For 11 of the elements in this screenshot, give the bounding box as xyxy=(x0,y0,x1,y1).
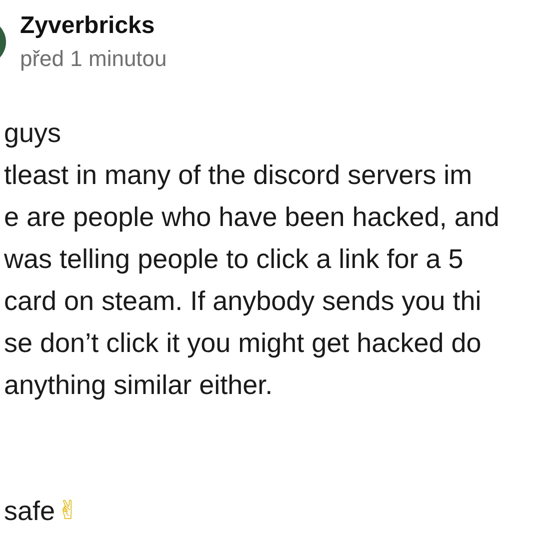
post-text-line: se don’t click it you might get hacked do xyxy=(4,327,482,360)
victory-hand-icon: ✌ xyxy=(57,498,79,524)
post-text-line: guys xyxy=(4,117,62,150)
post-text-line: anything similar either. xyxy=(4,369,274,402)
post-text-line: card on steam. If anybody sends you thi xyxy=(4,285,482,318)
post-text-line: tleast in many of the discord servers im xyxy=(4,159,474,192)
author-name[interactable]: Zyverbricks xyxy=(20,12,167,40)
post-time: před 1 minutou xyxy=(20,46,167,72)
post-text-line: safe xyxy=(4,495,56,528)
post-text-line: e are people who have been hacked, and xyxy=(4,201,500,234)
post-text-line: was telling people to click a link for a 5 xyxy=(4,243,464,276)
